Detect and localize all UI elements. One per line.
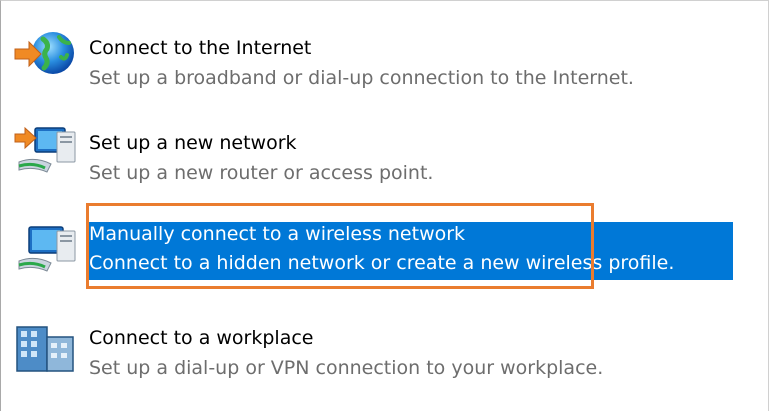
option-description: Connect to a hidden network or create a … (89, 252, 675, 274)
option-set-up-new-network[interactable]: Set up a new network Set up a new router… (1, 116, 761, 186)
option-title: Connect to the Internet (89, 37, 312, 59)
workplace-building-icon (13, 317, 79, 373)
option-title: Set up a new network (89, 132, 297, 154)
wireless-network-icon (13, 221, 79, 277)
option-connect-to-workplace[interactable]: Connect to a workplace Set up a dial-up … (1, 311, 761, 381)
option-connect-to-internet[interactable]: Connect to the Internet Set up a broadba… (1, 21, 761, 91)
connection-options-panel: Connect to the Internet Set up a broadba… (0, 0, 769, 411)
globe-arrow-icon (13, 27, 79, 83)
option-description: Set up a broadband or dial-up connection… (89, 67, 634, 89)
option-description: Set up a new router or access point. (89, 162, 434, 184)
option-title: Connect to a workplace (89, 327, 314, 349)
option-description: Set up a dial-up or VPN connection to yo… (89, 357, 604, 379)
option-manually-connect-wireless[interactable]: Manually connect to a wireless network C… (1, 205, 761, 280)
option-title: Manually connect to a wireless network (89, 223, 466, 245)
new-network-icon (13, 122, 79, 178)
